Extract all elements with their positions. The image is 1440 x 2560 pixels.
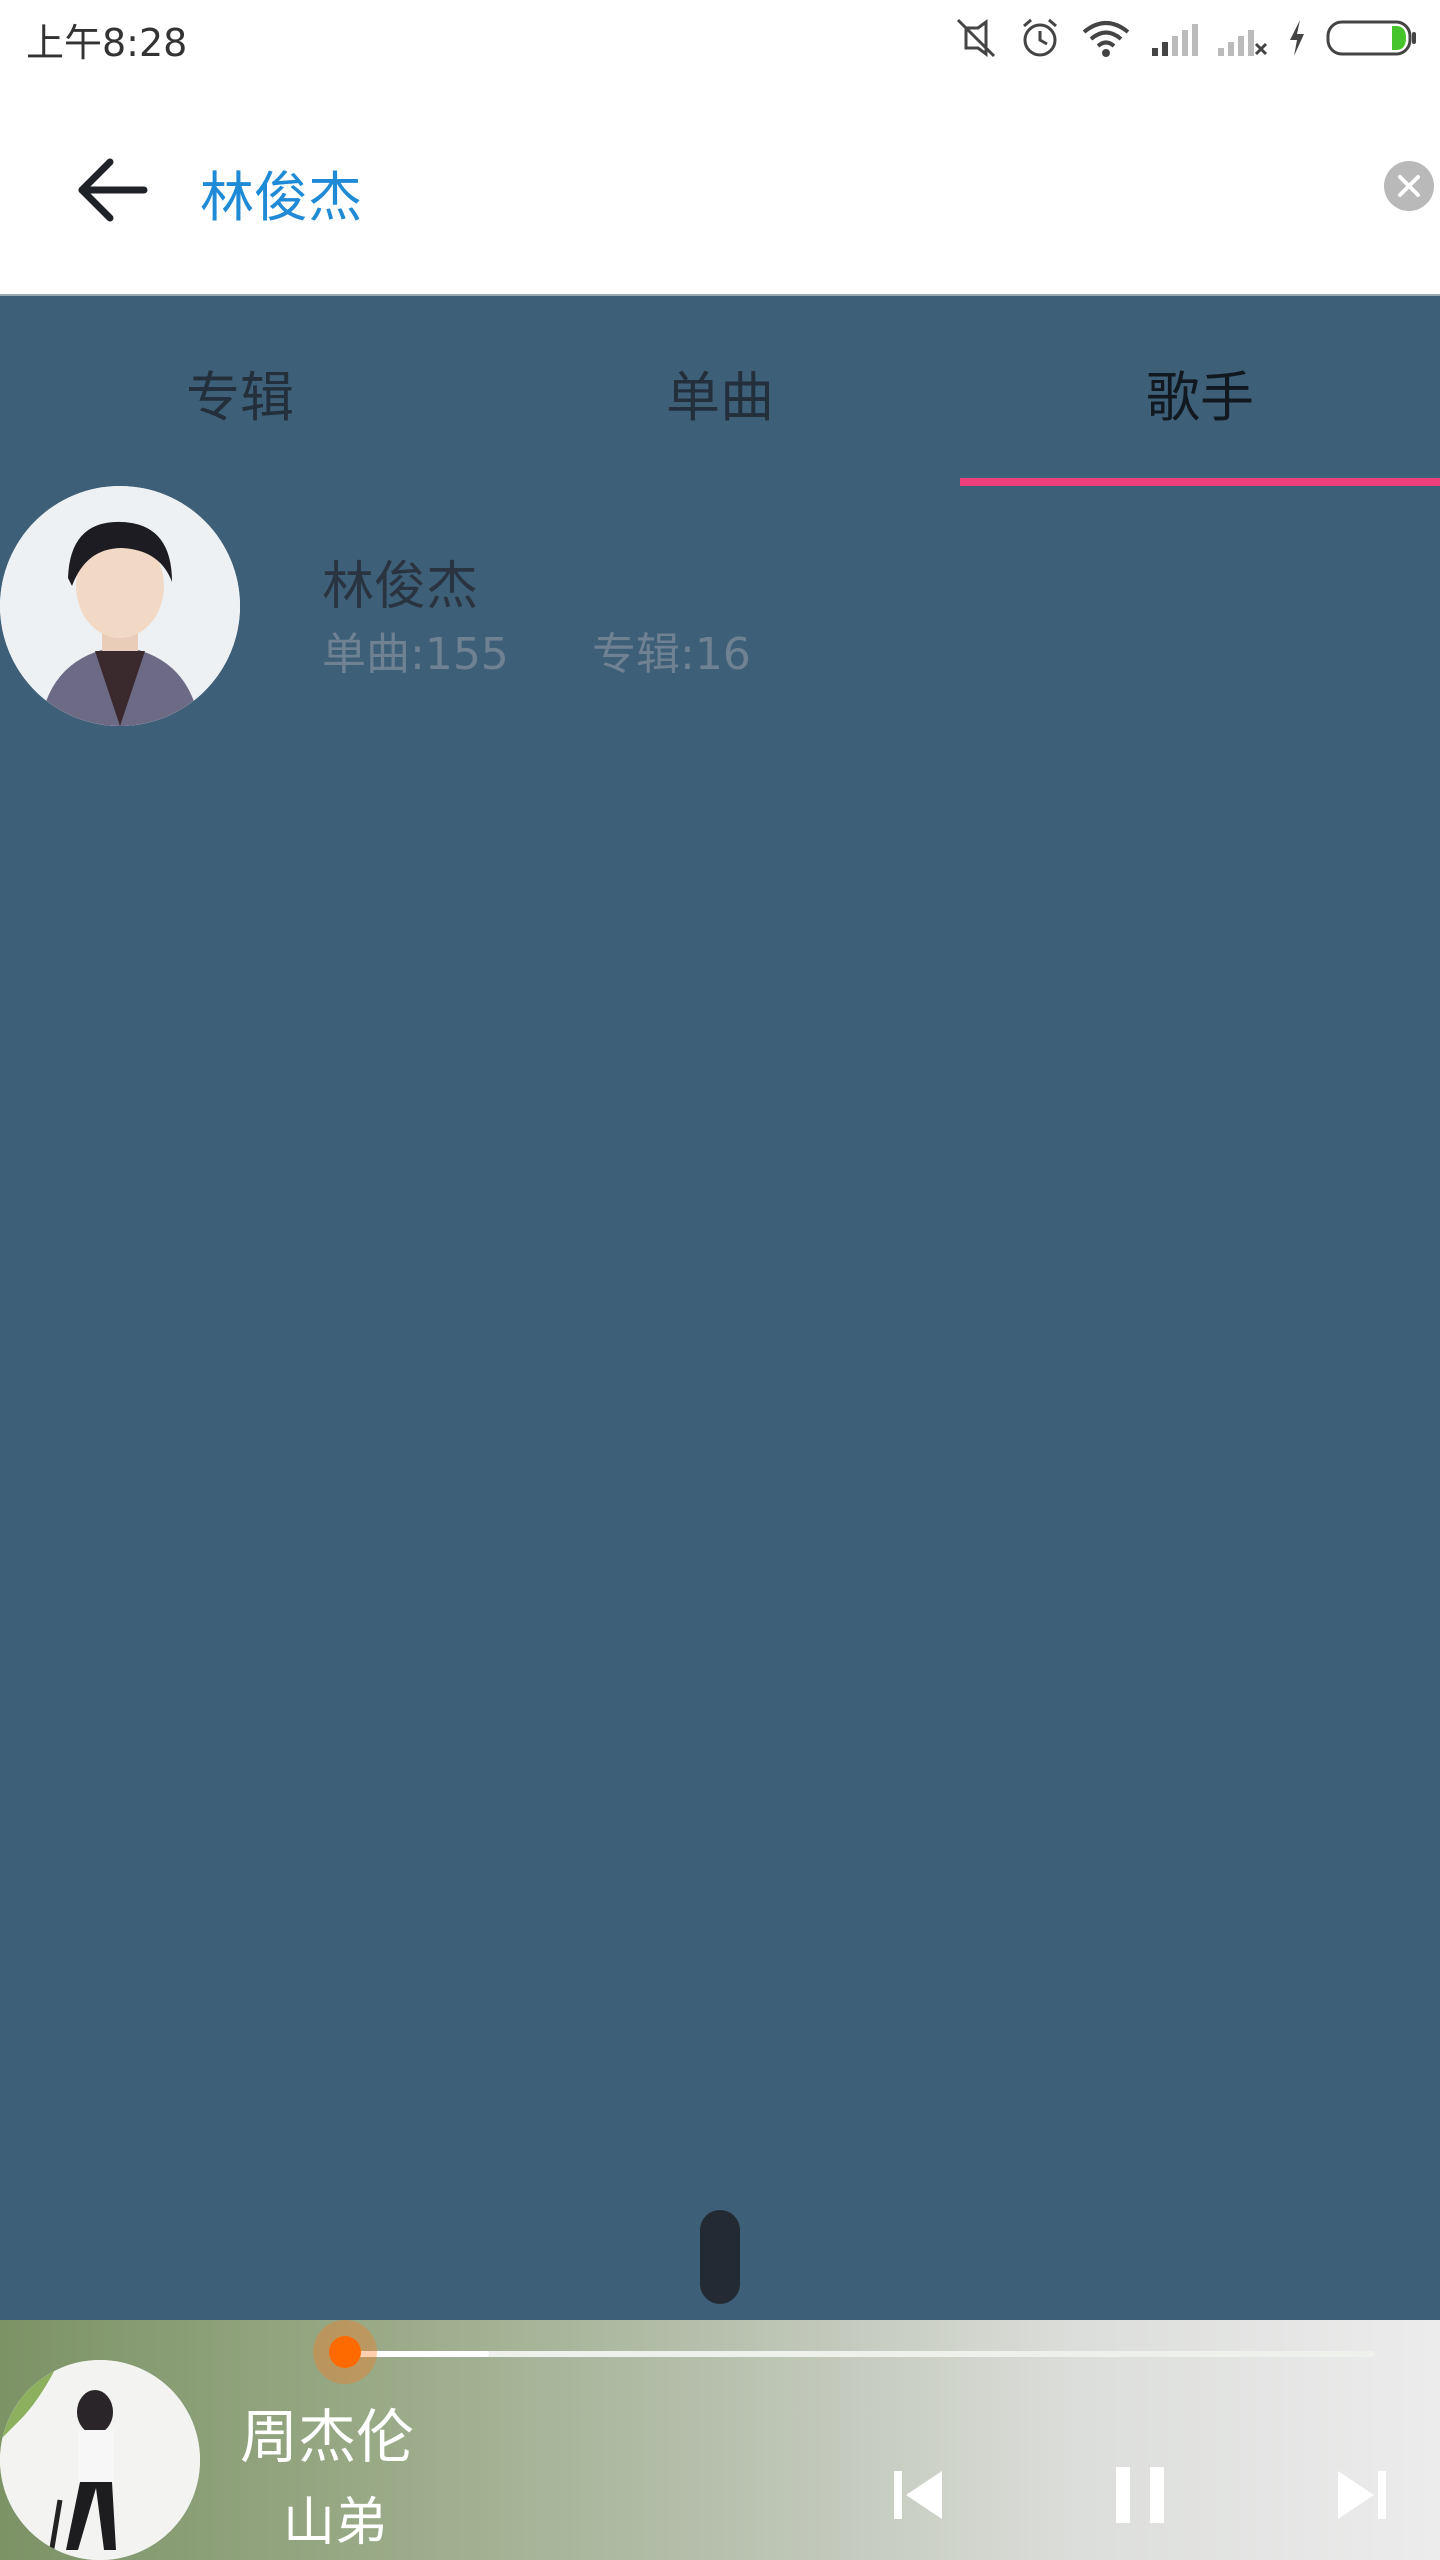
mute-icon [956, 18, 996, 58]
next-icon [1338, 2471, 1386, 2519]
mini-player[interactable]: 周杰伦 山弟 [0, 2320, 1440, 2560]
clear-button[interactable] [1384, 161, 1434, 211]
status-bar: 上午8:28 [0, 0, 1440, 75]
tab-bar: 专辑 单曲 歌手 [0, 296, 1440, 488]
tab-albums[interactable]: 专辑 [0, 296, 480, 488]
previous-icon [894, 2471, 942, 2519]
search-input[interactable]: 林俊杰 [200, 153, 362, 232]
song-title: 山弟 [283, 2493, 388, 2553]
back-button[interactable] [70, 145, 160, 235]
battery-icon [1326, 20, 1416, 56]
search-bar: 林俊杰 [0, 75, 1440, 296]
status-time: 上午8:28 [26, 21, 188, 65]
artist-avatar [0, 486, 240, 726]
wifi-icon [1082, 21, 1130, 57]
progress-thumb[interactable] [329, 2336, 361, 2368]
tab-artists[interactable]: 歌手 [960, 296, 1440, 488]
pause-button[interactable] [1100, 2455, 1180, 2535]
tab-singles[interactable]: 单曲 [480, 296, 960, 488]
scroll-handle[interactable] [700, 2210, 740, 2304]
signal-icon [1152, 24, 1198, 56]
next-button[interactable] [1320, 2455, 1400, 2535]
signal-icon [1218, 30, 1268, 56]
charging-icon [1290, 20, 1304, 56]
clear-icon [1398, 175, 1420, 197]
artist-list-item[interactable]: 林俊杰 单曲:155 专辑:16 [0, 486, 1440, 730]
song-artist: 周杰伦 [240, 2403, 415, 2471]
previous-button[interactable] [880, 2455, 960, 2535]
artist-name: 林俊杰 [322, 557, 479, 617]
album-cover [0, 2360, 200, 2560]
status-icons [952, 14, 1418, 62]
alarm-icon [1023, 18, 1057, 57]
active-tab-indicator [960, 478, 1440, 486]
artist-singles-count: 单曲:155 [322, 629, 509, 680]
progress-bar[interactable] [345, 2351, 1375, 2357]
back-arrow-icon [78, 158, 148, 222]
artist-albums-count: 专辑:16 [592, 629, 751, 680]
pause-icon [1116, 2467, 1164, 2523]
